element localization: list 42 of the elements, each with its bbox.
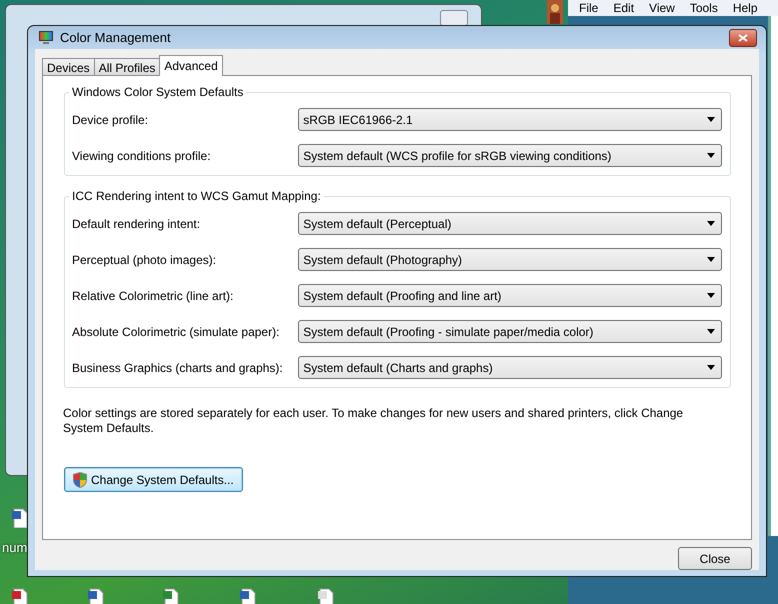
group-title: Windows Color System Defaults	[69, 85, 246, 99]
info-text: Color settings are stored separately for each user. To make changes for new users and shared printers, click Change System Defaults.	[63, 406, 684, 436]
menu-item[interactable]: View	[649, 1, 675, 15]
close-icon	[738, 34, 748, 42]
dropdown-arrow-icon	[707, 221, 715, 226]
group-title: ICC Rendering intent to WCS Gamut Mapping:	[69, 189, 324, 203]
dropdown-arrow-icon	[707, 117, 715, 122]
dropdown[interactable]: System default (Proofing - simulate paper/media color)	[298, 320, 722, 343]
dropdown[interactable]: System default (Proofing and line art)	[298, 284, 722, 307]
field-label: Relative Colorimetric (line art):	[72, 288, 234, 302]
menu-item[interactable]: Edit	[613, 1, 634, 15]
file-icon[interactable]	[240, 588, 256, 604]
tab[interactable]: Advanced	[159, 55, 223, 76]
dropdown[interactable]: System default (WCS profile for sRGB viewing conditions)	[298, 144, 722, 167]
dropdown[interactable]: System default (Perceptual)	[298, 212, 722, 235]
file-icon[interactable]	[12, 508, 28, 528]
menu-item[interactable]: Tools	[690, 1, 718, 15]
dropdown-arrow-icon	[707, 329, 715, 334]
field-label: Absolute Colorimetric (simulate paper):	[72, 324, 280, 338]
dropdown-arrow-icon	[707, 365, 715, 370]
menu-item[interactable]: File	[579, 1, 598, 15]
field-label: Perceptual (photo images):	[72, 252, 218, 266]
dropdown[interactable]: sRGB IEC61966-2.1	[298, 108, 722, 131]
file-icon[interactable]	[88, 588, 104, 604]
menu-item[interactable]: Help	[732, 1, 758, 15]
tab[interactable]: All Profiles	[94, 58, 160, 75]
window-title: Color Management	[60, 30, 171, 45]
icon-label: num	[2, 540, 28, 555]
change-defaults-button[interactable]: Change System Defaults...	[64, 467, 243, 492]
field-label: Business Graphics (charts and graphs):	[72, 360, 284, 374]
close-button[interactable]: Close	[678, 547, 752, 570]
dropdown[interactable]: System default (Charts and graphs)	[298, 356, 722, 379]
shield-icon	[73, 472, 87, 488]
field-label: Viewing conditions profile:	[72, 148, 212, 162]
dropdown-arrow-icon	[707, 257, 715, 262]
field-label: Device profile:	[72, 112, 150, 126]
dropdown-arrow-icon	[707, 293, 715, 298]
tab[interactable]: Devices	[42, 58, 95, 75]
dropdown[interactable]: System default (Photography)	[298, 248, 722, 271]
monitor-icon	[38, 30, 54, 45]
dropdown-arrow-icon	[707, 153, 715, 158]
field-label: Default rendering intent:	[72, 216, 202, 230]
